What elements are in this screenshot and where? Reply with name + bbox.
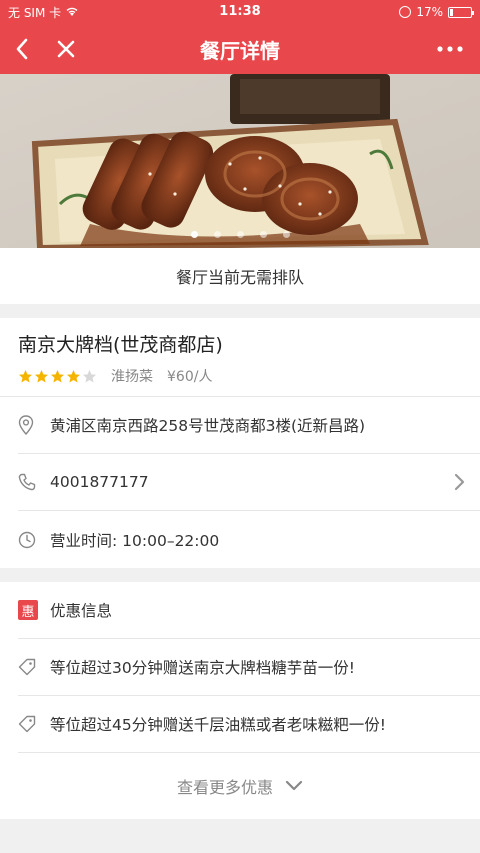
more-promotions-button[interactable]: 查看更多优惠 — [0, 753, 480, 819]
back-button[interactable] — [0, 27, 44, 71]
queue-status: 餐厅当前无需排队 — [0, 248, 480, 304]
promotion-text: 等位超过30分钟赠送南京大牌档糖芋苗一份! — [50, 659, 355, 677]
carrier-label: 无 SIM 卡 — [8, 5, 62, 20]
orientation-lock-icon — [399, 6, 412, 18]
tag-icon — [18, 715, 40, 733]
business-hours: 营业时间: 10:00–22:00 — [50, 531, 220, 550]
hours-row: 营业时间: 10:00–22:00 — [18, 511, 480, 568]
address-row[interactable]: 黄浦区南京西路258号世茂商都3楼(近新昌路) — [18, 397, 480, 454]
braised-lotus-root-photo — [0, 74, 480, 248]
chevron-down-icon — [285, 780, 303, 791]
nav-bar: 餐厅详情 — [0, 24, 480, 74]
clock-icon — [18, 531, 40, 549]
star-icon — [67, 369, 80, 382]
carousel-indicator — [0, 231, 480, 238]
carousel-dot[interactable] — [190, 231, 198, 238]
phone-number: 4001877177 — [50, 473, 149, 491]
restaurant-header: 南京大牌档(世茂商都店) 淮扬菜 ¥60/人 — [0, 318, 480, 397]
phone-row[interactable]: 4001877177 — [18, 454, 480, 511]
back-arrow-icon — [16, 38, 28, 60]
promotions-header: 惠 优惠信息 — [18, 582, 480, 639]
battery-icon — [448, 6, 474, 18]
phone-icon — [18, 473, 40, 491]
status-bar: 无 SIM 卡 11:38 17% — [0, 0, 480, 24]
location-pin-icon — [18, 415, 40, 435]
close-button[interactable] — [44, 27, 88, 71]
price-label: ¥60/人 — [167, 369, 213, 385]
more-promotions-label: 查看更多优惠 — [176, 778, 273, 797]
photo-carousel[interactable] — [0, 74, 480, 248]
carousel-dot[interactable] — [282, 231, 290, 238]
star-icon — [19, 369, 32, 382]
restaurant-name: 南京大牌档(世茂商都店) — [18, 334, 223, 356]
chevron-right-icon — [454, 473, 465, 491]
close-icon — [57, 40, 75, 58]
rating-stars — [18, 369, 97, 384]
promotions-title: 优惠信息 — [50, 602, 113, 620]
star-icon — [51, 369, 64, 382]
discount-badge-icon: 惠 — [18, 600, 38, 620]
promotion-item[interactable]: 等位超过30分钟赠送南京大牌档糖芋苗一份! — [18, 639, 480, 696]
more-options-button[interactable] — [428, 27, 472, 71]
wifi-icon — [66, 7, 78, 16]
star-icon — [35, 369, 48, 382]
promotions-card: 惠 优惠信息 等位超过30分钟赠送南京大牌档糖芋苗一份! 等位超过45分钟赠送千… — [0, 582, 480, 819]
carousel-dot[interactable] — [213, 231, 221, 238]
cuisine-label: 淮扬菜 — [111, 369, 153, 385]
carousel-dot[interactable] — [236, 231, 244, 238]
address-text: 黄浦区南京西路258号世茂商都3楼(近新昌路) — [50, 417, 366, 435]
carousel-dot[interactable] — [259, 231, 267, 238]
promotion-item[interactable]: 等位超过45分钟赠送千层油糕或者老味糍粑一份! — [18, 696, 480, 753]
restaurant-info-card: 南京大牌档(世茂商都店) 淮扬菜 ¥60/人 黄浦区南京西路258号世茂商都3楼… — [0, 318, 480, 568]
more-dots-icon — [437, 46, 463, 52]
tag-icon — [18, 658, 40, 676]
battery-percent: 17% — [416, 5, 443, 19]
star-icon — [83, 369, 96, 382]
app-header: 无 SIM 卡 11:38 17% 餐厅详情 — [0, 0, 480, 74]
promotion-text: 等位超过45分钟赠送千层油糕或者老味糍粑一份! — [50, 716, 386, 734]
